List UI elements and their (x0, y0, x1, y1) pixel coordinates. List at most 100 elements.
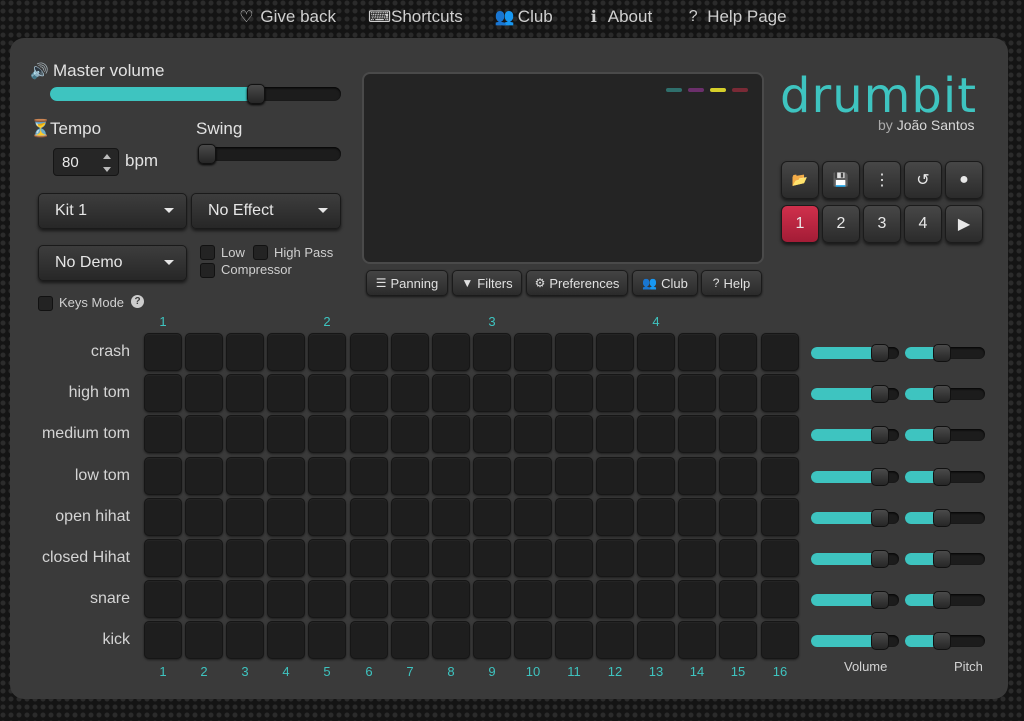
step-pad[interactable] (596, 415, 634, 453)
volume-thumb[interactable] (871, 426, 889, 444)
step-pad[interactable] (596, 457, 634, 495)
step-pad[interactable] (637, 333, 675, 371)
step-pad[interactable] (473, 333, 511, 371)
master-volume-slider[interactable] (50, 84, 341, 104)
track-volume-slider[interactable] (811, 344, 899, 362)
track-volume-slider[interactable] (811, 509, 899, 527)
pitch-thumb[interactable] (933, 385, 951, 403)
step-pad[interactable] (267, 580, 305, 618)
step-pad[interactable] (761, 415, 799, 453)
step-pad[interactable] (432, 539, 470, 577)
step-pad[interactable] (144, 580, 182, 618)
step-pad[interactable] (308, 621, 346, 659)
nav-give-back[interactable]: ♡ Give back (237, 7, 336, 27)
track-volume-slider[interactable] (811, 632, 899, 650)
tab-panning[interactable]: ☰ Panning (366, 270, 448, 296)
tempo-spinner[interactable] (102, 153, 114, 173)
nav-about[interactable]: ℹ About (585, 7, 652, 27)
tab-preferences[interactable]: ⚙ Preferences (526, 270, 628, 296)
nav-help-page[interactable]: ? Help Page (684, 7, 787, 27)
tempo-input[interactable]: 80 (53, 148, 119, 176)
step-pad[interactable] (555, 498, 593, 536)
keys-mode-checkbox[interactable] (38, 296, 53, 311)
step-pad[interactable] (144, 333, 182, 371)
volume-thumb[interactable] (871, 509, 889, 527)
step-pad[interactable] (350, 621, 388, 659)
step-pad[interactable] (514, 415, 552, 453)
step-pad[interactable] (514, 621, 552, 659)
save-button[interactable]: 💾 (822, 161, 860, 199)
tab-filters[interactable]: ▼ Filters (452, 270, 522, 296)
step-pad[interactable] (761, 457, 799, 495)
volume-thumb[interactable] (871, 468, 889, 486)
track-pitch-slider[interactable] (905, 550, 985, 568)
step-pad[interactable] (350, 374, 388, 412)
step-pad[interactable] (473, 580, 511, 618)
step-pad[interactable] (144, 621, 182, 659)
step-pad[interactable] (144, 457, 182, 495)
step-pad[interactable] (226, 415, 264, 453)
step-pad[interactable] (267, 374, 305, 412)
step-pad[interactable] (761, 498, 799, 536)
step-pad[interactable] (308, 580, 346, 618)
step-pad[interactable] (719, 415, 757, 453)
step-pad[interactable] (678, 415, 716, 453)
step-pad[interactable] (555, 457, 593, 495)
step-pad[interactable] (555, 621, 593, 659)
low-checkbox[interactable] (200, 245, 215, 260)
step-pad[interactable] (226, 374, 264, 412)
step-pad[interactable] (719, 374, 757, 412)
step-pad[interactable] (226, 333, 264, 371)
step-pad[interactable] (514, 539, 552, 577)
step-pad[interactable] (308, 415, 346, 453)
step-pad[interactable] (144, 415, 182, 453)
step-pad[interactable] (596, 498, 634, 536)
compressor-checkbox[interactable] (200, 263, 215, 278)
step-pad[interactable] (267, 457, 305, 495)
nav-shortcuts[interactable]: ⌨ Shortcuts (368, 7, 463, 27)
step-pad[interactable] (719, 333, 757, 371)
step-pad[interactable] (719, 580, 757, 618)
step-pad[interactable] (473, 621, 511, 659)
step-pad[interactable] (432, 415, 470, 453)
step-pad[interactable] (267, 415, 305, 453)
track-pitch-slider[interactable] (905, 426, 985, 444)
step-pad[interactable] (761, 333, 799, 371)
open-button[interactable]: 📂 (781, 161, 819, 199)
step-pad[interactable] (226, 621, 264, 659)
step-pad[interactable] (144, 539, 182, 577)
step-pad[interactable] (391, 415, 429, 453)
track-volume-slider[interactable] (811, 468, 899, 486)
step-pad[interactable] (432, 457, 470, 495)
step-pad[interactable] (596, 539, 634, 577)
step-pad[interactable] (514, 457, 552, 495)
step-pad[interactable] (637, 539, 675, 577)
step-pad[interactable] (678, 374, 716, 412)
step-pad[interactable] (596, 621, 634, 659)
step-pad[interactable] (226, 498, 264, 536)
step-pad[interactable] (391, 498, 429, 536)
track-pitch-slider[interactable] (905, 509, 985, 527)
step-pad[interactable] (761, 621, 799, 659)
step-pad[interactable] (514, 498, 552, 536)
track-volume-slider[interactable] (811, 591, 899, 609)
track-pitch-slider[interactable] (905, 468, 985, 486)
volume-thumb[interactable] (871, 344, 889, 362)
volume-thumb[interactable] (871, 591, 889, 609)
track-pitch-slider[interactable] (905, 385, 985, 403)
tab-help[interactable]: ? Help (701, 270, 762, 296)
step-pad[interactable] (267, 498, 305, 536)
step-pad[interactable] (637, 374, 675, 412)
step-pad[interactable] (350, 539, 388, 577)
pitch-thumb[interactable] (933, 632, 951, 650)
pitch-thumb[interactable] (933, 344, 951, 362)
pitch-thumb[interactable] (933, 591, 951, 609)
step-pad[interactable] (185, 498, 223, 536)
step-pad[interactable] (185, 539, 223, 577)
step-pad[interactable] (267, 621, 305, 659)
step-pad[interactable] (391, 374, 429, 412)
step-pad[interactable] (185, 333, 223, 371)
step-pad[interactable] (350, 333, 388, 371)
step-pad[interactable] (596, 374, 634, 412)
step-pad[interactable] (761, 580, 799, 618)
